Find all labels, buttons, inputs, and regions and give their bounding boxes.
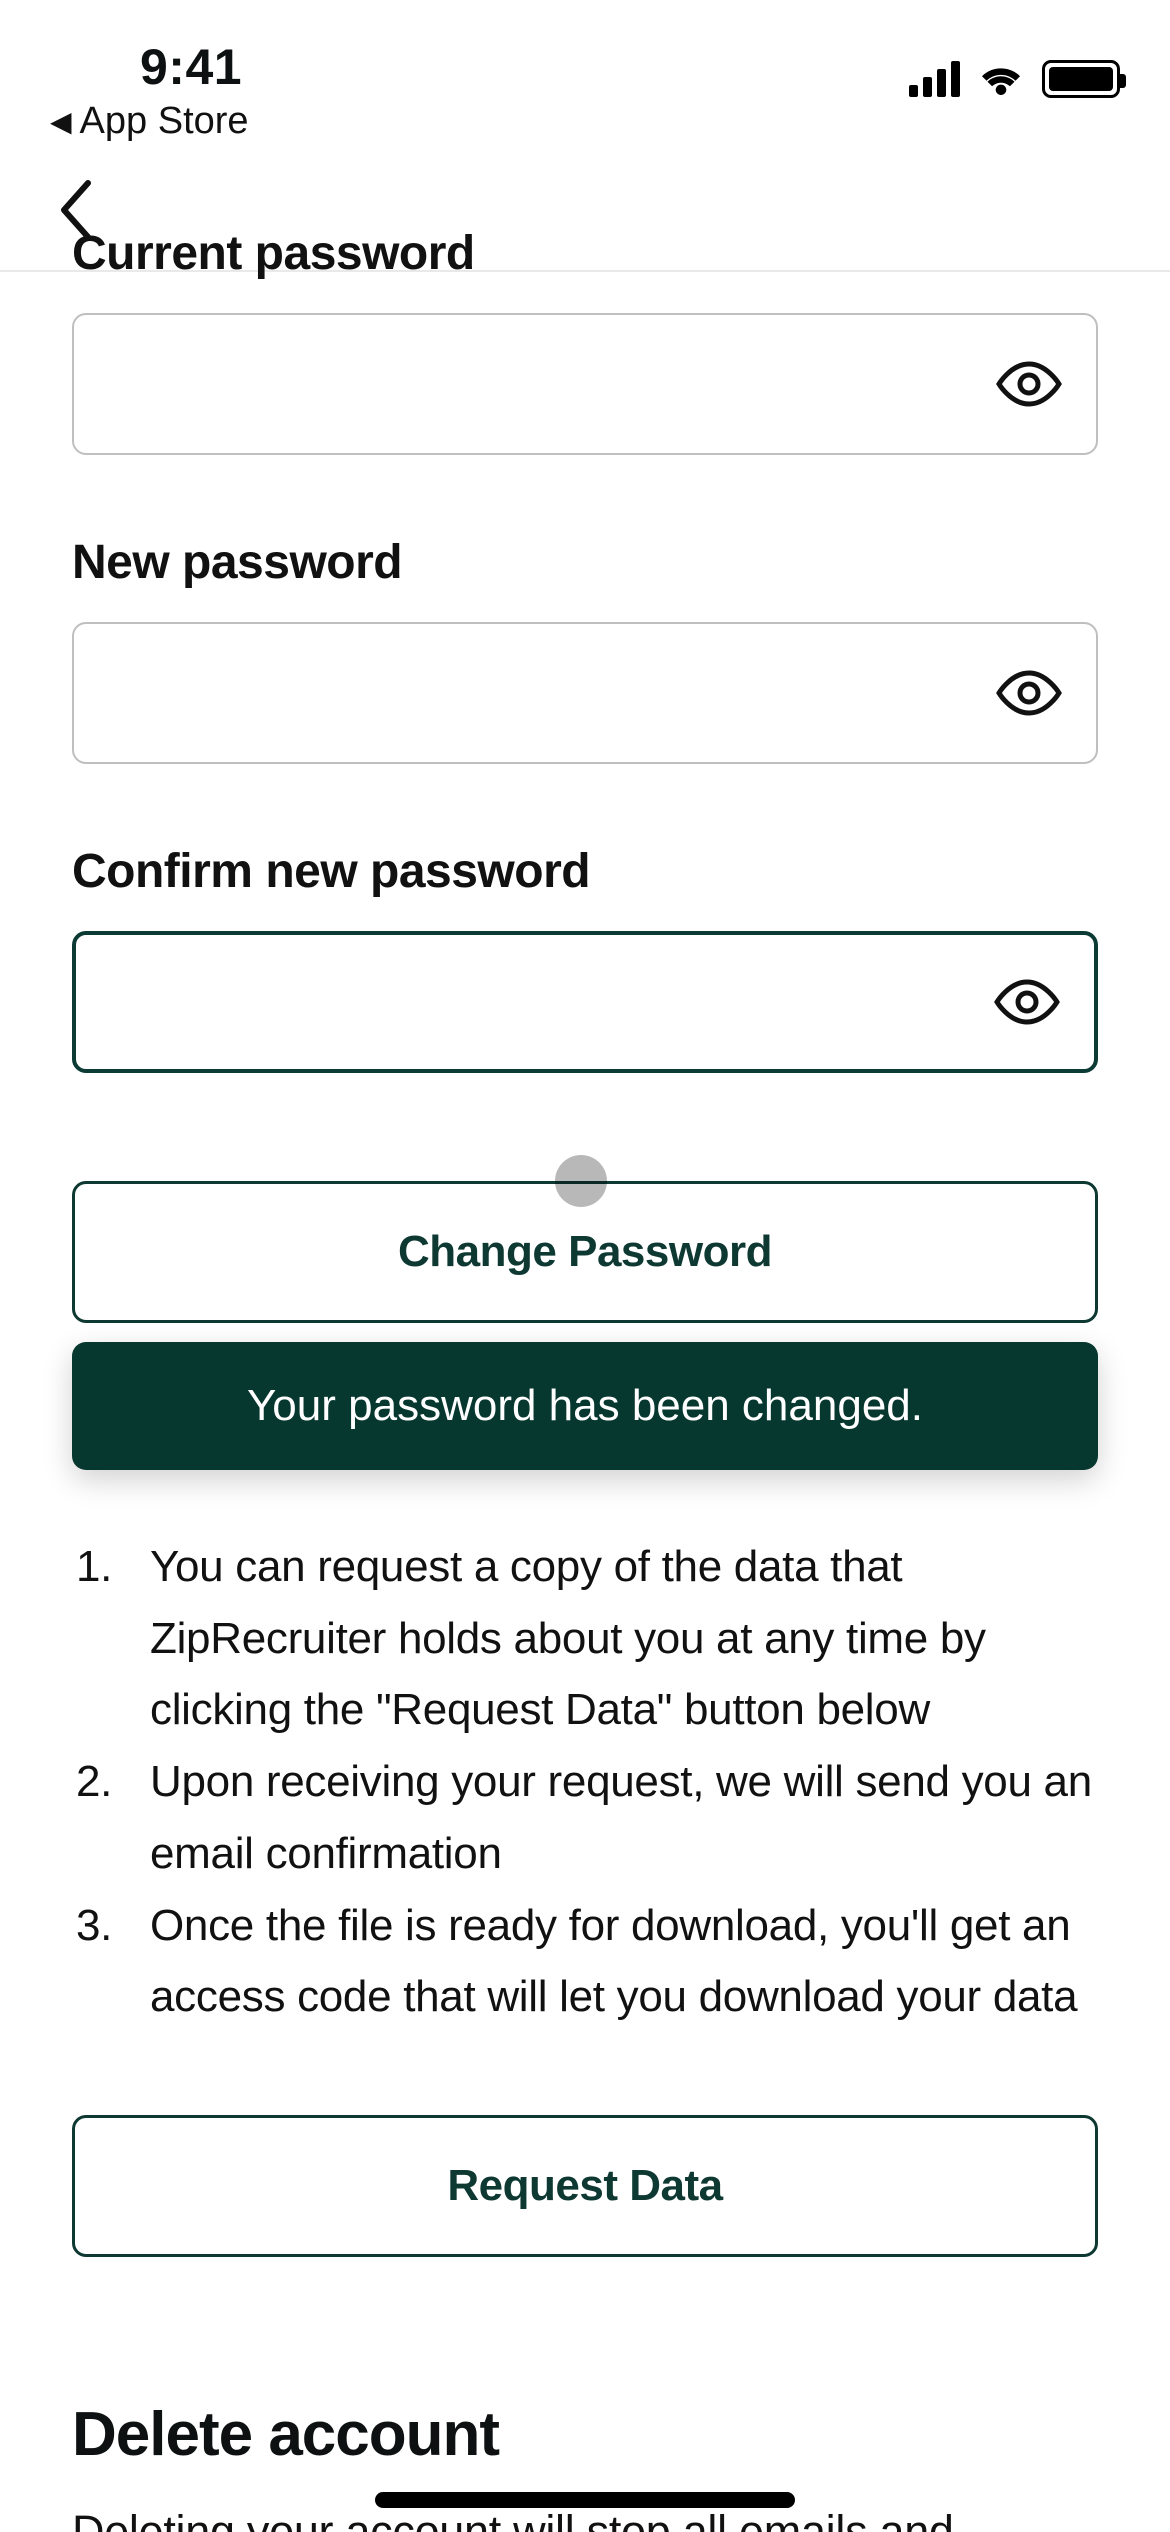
current-password-input[interactable] [106, 360, 994, 408]
home-indicator[interactable] [375, 2492, 795, 2508]
battery-icon [1042, 60, 1120, 98]
change-password-button[interactable]: Change Password [72, 1181, 1098, 1323]
status-left-group: 9:41 ◀ App Store [50, 38, 249, 143]
current-password-field-wrap [72, 313, 1098, 455]
change-password-button-label: Change Password [398, 1227, 772, 1277]
back-triangle-icon: ◀ [50, 108, 72, 136]
eye-icon [994, 670, 1064, 716]
new-password-field-wrap [72, 622, 1098, 764]
toast-message: Your password has been changed. [247, 1381, 923, 1431]
new-password-label: New password [72, 535, 1098, 590]
current-password-label: Current password [72, 226, 1098, 281]
list-item: Once the file is ready for download, you… [72, 1890, 1098, 2033]
status-time: 9:41 [50, 38, 249, 96]
data-request-steps: You can request a copy of the data that … [72, 1531, 1098, 2033]
wifi-icon [978, 62, 1024, 96]
status-bar: 9:41 ◀ App Store [0, 0, 1170, 140]
new-password-input[interactable] [106, 669, 994, 717]
list-item: You can request a copy of the data that … [72, 1531, 1098, 1746]
eye-icon [994, 361, 1064, 407]
return-app-label: App Store [80, 100, 249, 143]
delete-account-heading: Delete account [72, 2399, 1098, 2470]
request-data-button-label: Request Data [447, 2161, 722, 2211]
request-data-button[interactable]: Request Data [72, 2115, 1098, 2257]
toggle-visibility-new[interactable] [994, 658, 1064, 728]
confirm-password-label: Confirm new password [72, 844, 1098, 899]
eye-icon [992, 979, 1062, 1025]
cellular-signal-icon [909, 61, 960, 97]
password-changed-toast: Your password has been changed. [72, 1342, 1098, 1470]
toggle-visibility-current[interactable] [994, 349, 1064, 419]
list-item: Upon receiving your request, we will sen… [72, 1746, 1098, 1889]
status-right-group [909, 38, 1120, 98]
confirm-password-input[interactable] [108, 978, 992, 1026]
toggle-visibility-confirm[interactable] [992, 967, 1062, 1037]
confirm-password-field-wrap [72, 931, 1098, 1073]
return-to-app-store[interactable]: ◀ App Store [50, 100, 249, 143]
